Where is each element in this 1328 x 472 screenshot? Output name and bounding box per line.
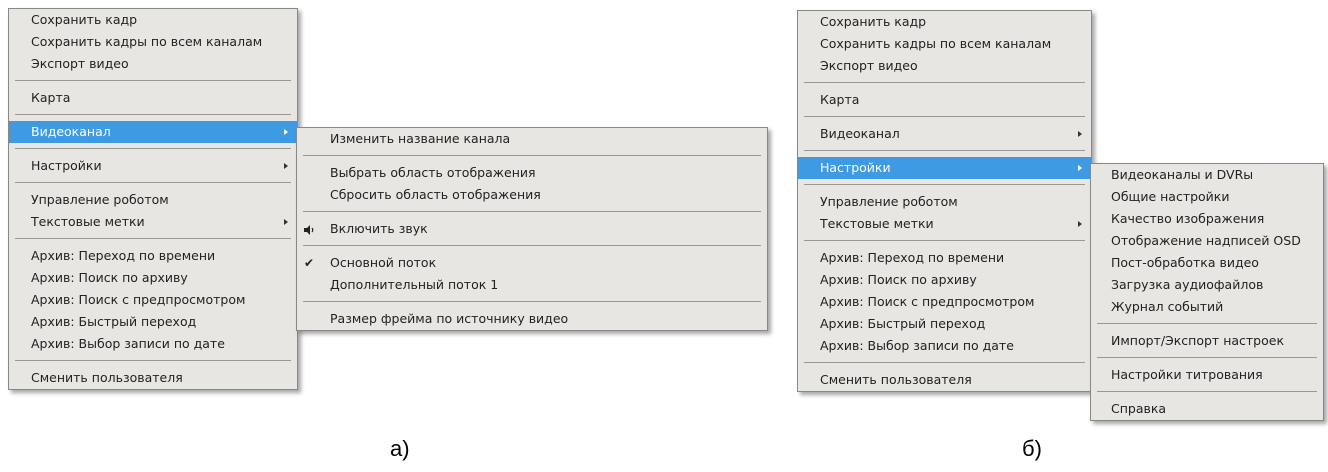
- menu-item-label: Основной поток: [330, 255, 437, 270]
- submenu-arrow-icon: [284, 219, 288, 225]
- menu-separator: [804, 362, 1085, 363]
- menu-item-robot-control[interactable]: Управление роботом: [798, 191, 1091, 213]
- menu-separator: [15, 238, 291, 239]
- menu-item-label: Настройки: [820, 160, 891, 175]
- menu-item-text-labels[interactable]: Текстовые метки: [798, 213, 1091, 235]
- menu-item-label: Видеоканал: [31, 124, 111, 139]
- checkmark-icon: ✔: [303, 256, 315, 270]
- submenu-arrow-icon: [284, 163, 288, 169]
- menu-item-image-quality[interactable]: Качество изображения: [1091, 208, 1323, 230]
- menu-separator: [303, 301, 761, 302]
- menu-item-map[interactable]: Карта: [9, 87, 297, 109]
- menu-item-robot-control[interactable]: Управление роботом: [9, 189, 297, 211]
- menu-separator: [804, 82, 1085, 83]
- submenu-arrow-icon: [284, 129, 288, 135]
- menu-item-post-processing[interactable]: Пост-обработка видео: [1091, 252, 1323, 274]
- menu-item-save-frames-all[interactable]: Сохранить кадры по всем каналам: [798, 33, 1091, 55]
- submenu-arrow-icon: [1078, 131, 1082, 137]
- context-menu-b: Сохранить кадр Сохранить кадры по всем к…: [797, 10, 1092, 392]
- menu-separator: [303, 245, 761, 246]
- menu-separator: [1097, 391, 1317, 392]
- menu-separator: [15, 80, 291, 81]
- menu-item-import-export[interactable]: Импорт/Экспорт настроек: [1091, 330, 1323, 352]
- menu-separator: [804, 184, 1085, 185]
- menu-item-main-stream[interactable]: ✔ Основной поток: [297, 252, 767, 274]
- menu-separator: [303, 155, 761, 156]
- menu-item-label: Текстовые метки: [820, 216, 934, 231]
- menu-item-enable-sound[interactable]: Включить звук: [297, 218, 767, 240]
- menu-item-select-area[interactable]: Выбрать область отображения: [297, 162, 767, 184]
- caption-a: а): [390, 436, 410, 461]
- menu-separator: [1097, 357, 1317, 358]
- menu-separator: [15, 148, 291, 149]
- menu-item-rename-channel[interactable]: Изменить название канала: [297, 128, 767, 150]
- menu-item-label: Настройки: [31, 158, 102, 173]
- menu-item-audio-upload[interactable]: Загрузка аудиофайлов: [1091, 274, 1323, 296]
- menu-item-frame-size[interactable]: Размер фрейма по источнику видео: [297, 308, 767, 330]
- menu-item-archive-date[interactable]: Архив: Выбор записи по дате: [798, 335, 1091, 357]
- menu-item-export-video[interactable]: Экспорт видео: [798, 55, 1091, 77]
- menu-item-save-frames-all[interactable]: Сохранить кадры по всем каналам: [9, 31, 297, 53]
- menu-item-label: Включить звук: [330, 221, 428, 236]
- menu-separator: [804, 150, 1085, 151]
- context-menu-a: Сохранить кадр Сохранить кадры по всем к…: [8, 8, 298, 390]
- menu-item-change-user[interactable]: Сменить пользователя: [798, 369, 1091, 391]
- submenu-arrow-icon: [1078, 221, 1082, 227]
- menu-item-videochannel[interactable]: Видеоканал: [798, 123, 1091, 145]
- submenu-videochannel: Изменить название канала Выбрать область…: [296, 127, 768, 331]
- menu-item-archive-search[interactable]: Архив: Поиск по архиву: [9, 267, 297, 289]
- menu-separator: [804, 116, 1085, 117]
- speaker-icon: [302, 218, 316, 240]
- menu-item-archive-date[interactable]: Архив: Выбор записи по дате: [9, 333, 297, 355]
- caption-b: б): [1022, 436, 1042, 461]
- menu-item-save-frame[interactable]: Сохранить кадр: [798, 11, 1091, 33]
- menu-item-label: Видеоканал: [820, 126, 900, 141]
- menu-item-archive-time[interactable]: Архив: Переход по времени: [9, 245, 297, 267]
- menu-separator: [1097, 323, 1317, 324]
- submenu-arrow-icon: [1078, 165, 1082, 171]
- menu-item-archive-preview[interactable]: Архив: Поиск с предпросмотром: [798, 291, 1091, 313]
- menu-item-map[interactable]: Карта: [798, 89, 1091, 111]
- menu-item-extra-stream[interactable]: Дополнительный поток 1: [297, 274, 767, 296]
- menu-item-text-labels[interactable]: Текстовые метки: [9, 211, 297, 233]
- menu-item-settings[interactable]: Настройки: [798, 157, 1091, 179]
- menu-item-general-settings[interactable]: Общие настройки: [1091, 186, 1323, 208]
- menu-item-archive-time[interactable]: Архив: Переход по времени: [798, 247, 1091, 269]
- menu-item-save-frame[interactable]: Сохранить кадр: [9, 9, 297, 31]
- menu-separator: [15, 114, 291, 115]
- menu-item-archive-search[interactable]: Архив: Поиск по архиву: [798, 269, 1091, 291]
- menu-item-settings[interactable]: Настройки: [9, 155, 297, 177]
- submenu-settings: Видеоканалы и DVRы Общие настройки Качес…: [1090, 163, 1324, 421]
- menu-item-archive-quick[interactable]: Архив: Быстрый переход: [9, 311, 297, 333]
- menu-item-reset-area[interactable]: Сбросить область отображения: [297, 184, 767, 206]
- menu-item-caption-settings[interactable]: Настройки титрования: [1091, 364, 1323, 386]
- menu-item-archive-quick[interactable]: Архив: Быстрый переход: [798, 313, 1091, 335]
- menu-separator: [15, 182, 291, 183]
- menu-item-change-user[interactable]: Сменить пользователя: [9, 367, 297, 389]
- menu-item-archive-preview[interactable]: Архив: Поиск с предпросмотром: [9, 289, 297, 311]
- menu-item-videochannel[interactable]: Видеоканал: [9, 121, 297, 143]
- menu-separator: [303, 211, 761, 212]
- menu-item-videochannels-dvrs[interactable]: Видеоканалы и DVRы: [1091, 164, 1323, 186]
- menu-item-osd-display[interactable]: Отображение надписей OSD: [1091, 230, 1323, 252]
- menu-separator: [804, 240, 1085, 241]
- menu-item-help[interactable]: Справка: [1091, 398, 1323, 420]
- menu-separator: [15, 360, 291, 361]
- menu-item-event-log[interactable]: Журнал событий: [1091, 296, 1323, 318]
- menu-item-export-video[interactable]: Экспорт видео: [9, 53, 297, 75]
- menu-item-label: Текстовые метки: [31, 214, 145, 229]
